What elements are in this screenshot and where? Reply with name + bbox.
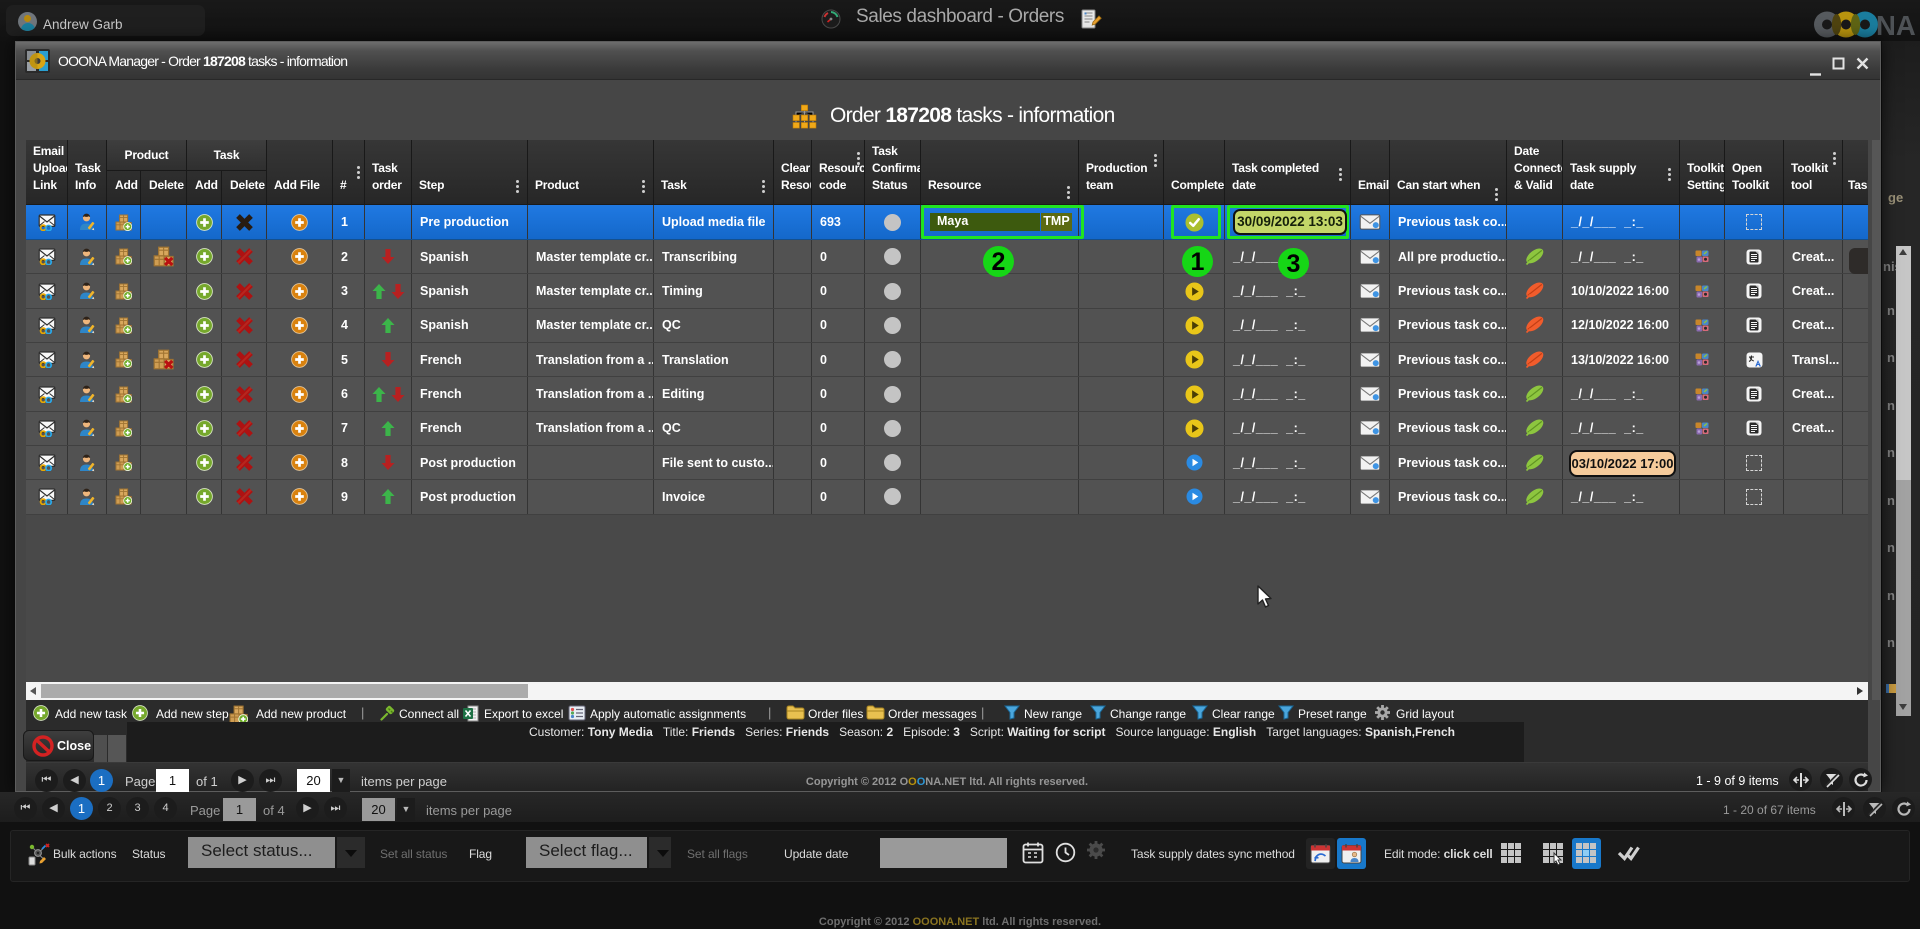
svg-text:NA: NA <box>1876 11 1916 38</box>
